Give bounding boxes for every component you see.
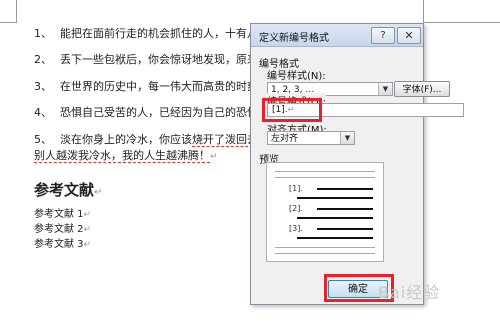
paragraph-text: 恐惧自己受苦的人，已经因为自己的恐惧 <box>60 106 258 119</box>
chevron-down-icon[interactable]: ▼ <box>340 132 354 144</box>
pilcrow-mark: ↵ <box>83 210 92 220</box>
preview-line <box>297 237 373 239</box>
preview-number: [1]. <box>289 184 303 193</box>
paragraph-text: 淡在你身上的冷水，你应该 <box>60 133 192 146</box>
preview-line <box>275 177 375 178</box>
close-button[interactable]: ✕ <box>397 27 421 44</box>
pilcrow-mark: ↵ <box>83 240 92 250</box>
crop-mark <box>423 22 500 23</box>
crop-mark <box>0 22 17 23</box>
list-number: 5、 <box>34 133 52 146</box>
list-item[interactable]: 3、 在世界的历史中，每一伟大而高贵的时刻 <box>34 80 258 94</box>
paragraph-text: 丢下一些包袱后，你会惊讶地发现，原来 <box>60 53 258 66</box>
highlight-box <box>262 98 322 122</box>
crop-mark <box>423 0 424 22</box>
list-item[interactable]: 1、 能把在面前行走的机会抓住的人，十有八 <box>34 27 258 41</box>
preview-line <box>275 253 375 254</box>
reference-item[interactable]: 参考文献 3↵ <box>34 235 91 250</box>
paragraph-continuation[interactable]: 别人越泼我冷水，我的人生越沸腾！↵ <box>34 149 218 164</box>
pilcrow-mark: ↵ <box>83 225 92 235</box>
dialog-title: 定义新编号格式 <box>259 33 329 44</box>
reference-item[interactable]: 参考文献 1↵ <box>34 205 91 220</box>
watermark: Bai经验 <box>378 283 441 302</box>
preview-panel: [1]. [2]. [3]. <box>266 162 384 262</box>
preview-line <box>275 171 375 172</box>
list-number: 3、 <box>34 80 52 93</box>
preview-number: [3]. <box>289 224 303 233</box>
number-style-label: 编号样式(N): <box>267 71 326 82</box>
define-number-format-dialog: 定义新编号格式 ? ✕ 编号格式 编号样式(N): 1, 2, 3, … ▼ 字… <box>250 23 464 305</box>
list-item[interactable]: 5、 淡在你身上的冷水，你应该烧开了泼回去 <box>34 133 258 147</box>
list-item[interactable]: 2、 丢下一些包袱后，你会惊讶地发现，原来 <box>34 53 258 67</box>
references-heading: 参考文献↵ <box>34 181 103 199</box>
reference-item[interactable]: 参考文献 2↵ <box>34 220 91 235</box>
list-number: 4、 <box>34 106 52 119</box>
list-number: 1、 <box>34 27 52 40</box>
preview-line <box>317 228 373 230</box>
alignment-select[interactable]: 左对齐 ▼ <box>267 131 355 145</box>
highlighted-text: 烧开了泼回去 <box>192 133 258 147</box>
list-number: 2、 <box>34 53 52 66</box>
pilcrow-mark: ↵ <box>210 152 218 162</box>
paragraph-text: 别人越泼我冷水，我的人生越沸腾！ <box>34 149 210 163</box>
preview-line <box>317 208 373 210</box>
preview-line <box>275 247 375 248</box>
crop-mark <box>16 0 17 22</box>
dialog-titlebar[interactable]: 定义新编号格式 ? ✕ <box>251 24 423 47</box>
chevron-down-icon[interactable]: ▼ <box>378 83 392 95</box>
preview-line <box>317 188 373 190</box>
paragraph-text: 能把在面前行走的机会抓住的人，十有八 <box>60 27 258 40</box>
font-button[interactable]: 字体(F)... <box>394 81 450 97</box>
help-button[interactable]: ? <box>371 27 395 44</box>
preview-line <box>297 217 373 219</box>
pilcrow-mark: ↵ <box>94 187 103 198</box>
paragraph-text: 在世界的历史中，每一伟大而高贵的时刻 <box>60 80 258 93</box>
preview-number: [2]. <box>289 204 303 213</box>
preview-line <box>297 197 373 199</box>
list-item[interactable]: 4、 恐惧自己受苦的人，已经因为自己的恐惧 <box>34 106 258 120</box>
